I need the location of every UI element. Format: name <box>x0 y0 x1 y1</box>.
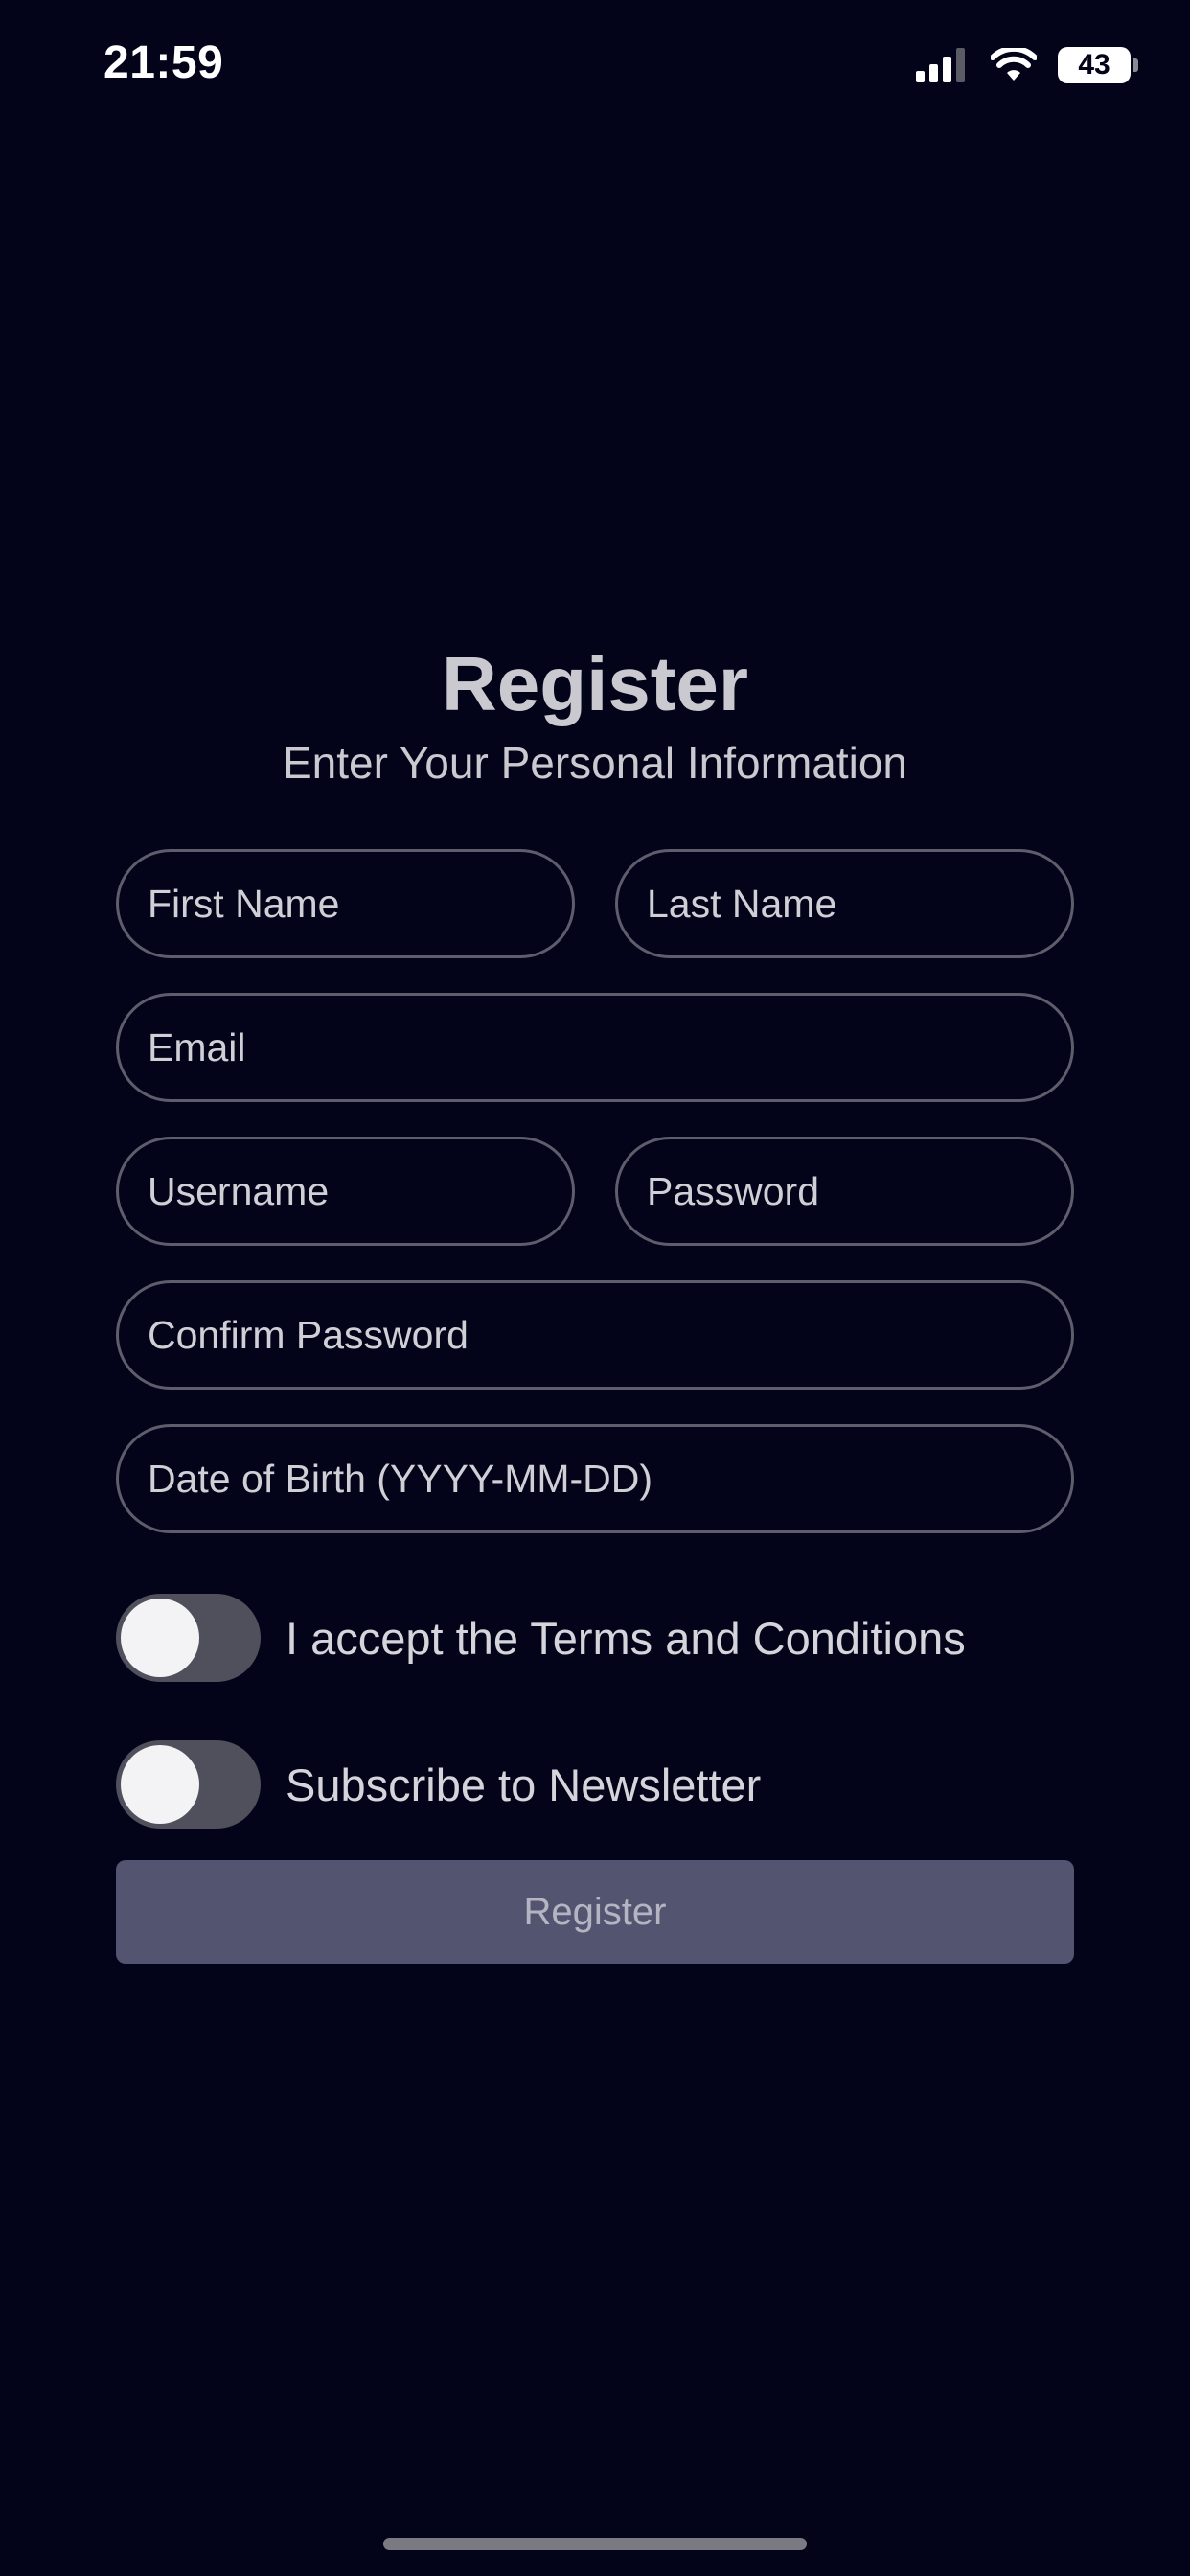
first-name-input[interactable] <box>116 849 575 958</box>
password-input[interactable] <box>615 1137 1074 1246</box>
username-input[interactable] <box>116 1137 575 1246</box>
signal-icon <box>916 48 965 82</box>
toggle-knob <box>121 1745 199 1824</box>
newsletter-toggle[interactable] <box>116 1740 261 1828</box>
terms-label: I accept the Terms and Conditions <box>286 1612 966 1664</box>
newsletter-toggle-row: Subscribe to Newsletter <box>116 1740 761 1828</box>
status-icons: 43 <box>916 44 1138 86</box>
home-indicator <box>383 2538 807 2550</box>
terms-toggle[interactable] <box>116 1594 261 1682</box>
page-subtitle: Enter Your Personal Information <box>282 738 908 788</box>
wifi-icon <box>991 48 1037 80</box>
status-time: 21:59 <box>103 37 224 88</box>
battery-icon: 43 <box>1058 47 1138 83</box>
confirm-password-input[interactable] <box>116 1280 1074 1390</box>
newsletter-label: Subscribe to Newsletter <box>286 1759 762 1810</box>
last-name-input[interactable] <box>615 849 1074 958</box>
email-input[interactable] <box>116 993 1074 1102</box>
toggle-knob <box>121 1598 199 1677</box>
terms-toggle-row: I accept the Terms and Conditions <box>116 1594 966 1682</box>
register-button[interactable]: Register <box>116 1860 1074 1964</box>
page-title: Register <box>441 641 749 726</box>
battery-level: 43 <box>1078 49 1110 80</box>
date-of-birth-input[interactable] <box>116 1424 1074 1533</box>
